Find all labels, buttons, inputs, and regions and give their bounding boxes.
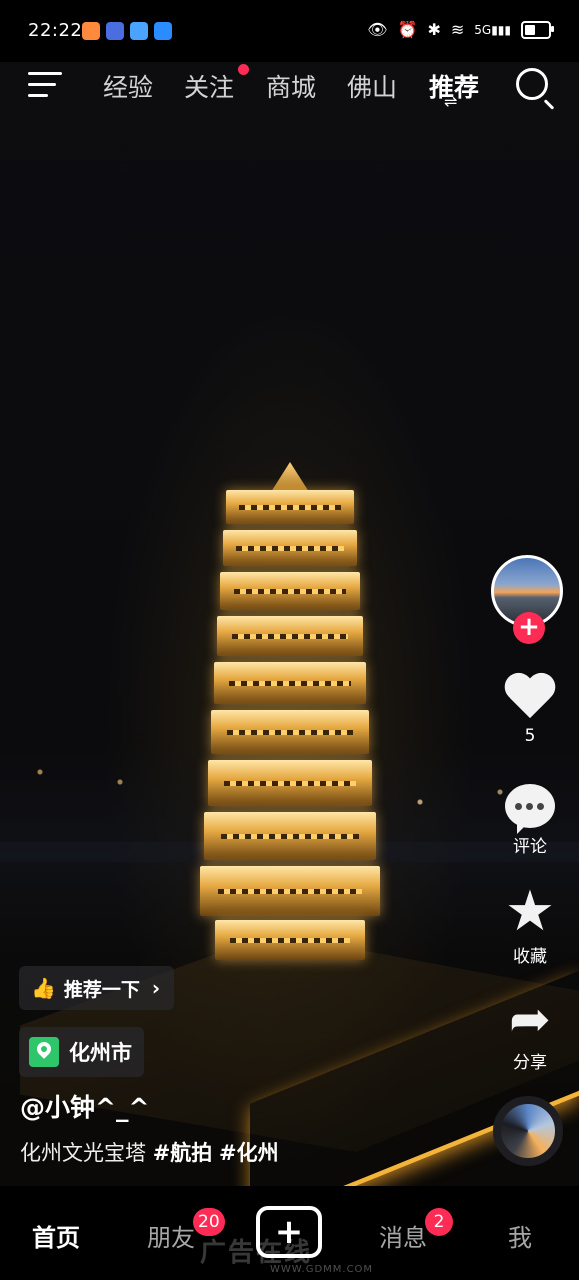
bluetooth-icon: ✱ <box>427 20 441 39</box>
comment-icon <box>505 784 555 828</box>
share-button[interactable]: ➦ 分享 <box>490 994 570 1073</box>
share-label: 分享 <box>513 1053 547 1073</box>
search-icon[interactable] <box>516 68 548 100</box>
thumbs-up-icon: 👍 <box>31 976 56 1000</box>
pagoda-tier <box>211 710 369 754</box>
tab-mall[interactable]: 商城 <box>266 68 316 104</box>
app-notification-icon <box>106 22 124 40</box>
caption-text: 化州文光宝塔 <box>20 1141 146 1165</box>
menu-icon[interactable] <box>28 72 62 98</box>
tab-experience[interactable]: 经验 <box>103 68 153 104</box>
switch-icon[interactable]: ⇌ <box>444 94 457 110</box>
pagoda-tier <box>226 490 354 524</box>
like-button[interactable]: 5 <box>490 674 570 746</box>
pagoda-tier <box>208 760 372 806</box>
alarm-icon: ⏰ <box>397 20 418 39</box>
share-icon: ➦ <box>509 990 551 1048</box>
tab-foshan[interactable]: 佛山 <box>347 68 397 104</box>
pagoda-tier <box>200 866 380 916</box>
messages-badge: 2 <box>425 1208 453 1236</box>
status-bar: 22:22 👁 ⏰ ✱ ≋ 5G▮▮▮ <box>0 0 579 62</box>
pagoda-spire <box>271 462 309 492</box>
comment-label: 评论 <box>513 837 547 857</box>
follow-button[interactable]: + <box>513 612 545 644</box>
location-label: 化州市 <box>69 1041 132 1065</box>
location-tag[interactable]: 化州市 <box>19 1027 144 1077</box>
location-pin-icon <box>29 1037 59 1067</box>
hashtag-link[interactable]: #化州 <box>219 1141 279 1165</box>
system-icons: 👁 ⏰ ✱ ≋ 5G▮▮▮ <box>367 20 554 39</box>
app-notification-icon <box>154 22 172 40</box>
status-time: 22:22 <box>28 20 83 41</box>
star-icon: ★ <box>504 879 556 944</box>
pagoda-tier <box>223 530 357 566</box>
pagoda-tier <box>220 572 360 610</box>
notification-icons <box>82 22 172 40</box>
music-disc[interactable] <box>493 1096 563 1166</box>
tab-friends[interactable]: 朋友 <box>147 1218 195 1253</box>
battery-icon <box>521 20 554 39</box>
top-navigation: 经验 关注 商城 佛山 推荐 <box>0 62 579 110</box>
chevron-right-icon: › <box>151 976 161 1000</box>
pagoda-tier <box>214 662 366 704</box>
watermark-url: WWW.GDMM.COM <box>270 1264 374 1275</box>
pagoda-tier <box>217 616 363 656</box>
tab-messages[interactable]: 消息 <box>379 1218 427 1253</box>
author-name[interactable]: @小钟^_^ <box>20 1088 149 1124</box>
app-notification-icon <box>130 22 148 40</box>
favorite-button[interactable]: ★ 收藏 <box>490 879 570 968</box>
following-notification-dot <box>238 64 249 75</box>
tab-following[interactable]: 关注 <box>184 68 234 104</box>
recommend-button[interactable]: 👍 推荐一下 › <box>19 966 175 1010</box>
heart-icon <box>504 674 556 722</box>
hashtag-link[interactable]: #航拍 <box>153 1141 213 1165</box>
pagoda <box>195 462 385 962</box>
like-count: 5 <box>524 726 536 746</box>
app-notification-icon <box>82 22 100 40</box>
recommend-label: 推荐一下 <box>63 978 140 1001</box>
favorite-label: 收藏 <box>513 947 547 967</box>
eye-icon: 👁 <box>367 20 388 39</box>
comment-button[interactable]: 评论 <box>490 784 570 857</box>
tab-me[interactable]: 我 <box>508 1218 532 1253</box>
video-caption: 化州文光宝塔 #航拍 #化州 <box>20 1137 279 1167</box>
signal-icon: 5G▮▮▮ <box>474 22 511 37</box>
pagoda-tier <box>204 812 376 860</box>
wifi-icon: ≋ <box>450 20 465 39</box>
tab-home[interactable]: 首页 <box>32 1218 80 1253</box>
pagoda-base <box>215 920 365 960</box>
